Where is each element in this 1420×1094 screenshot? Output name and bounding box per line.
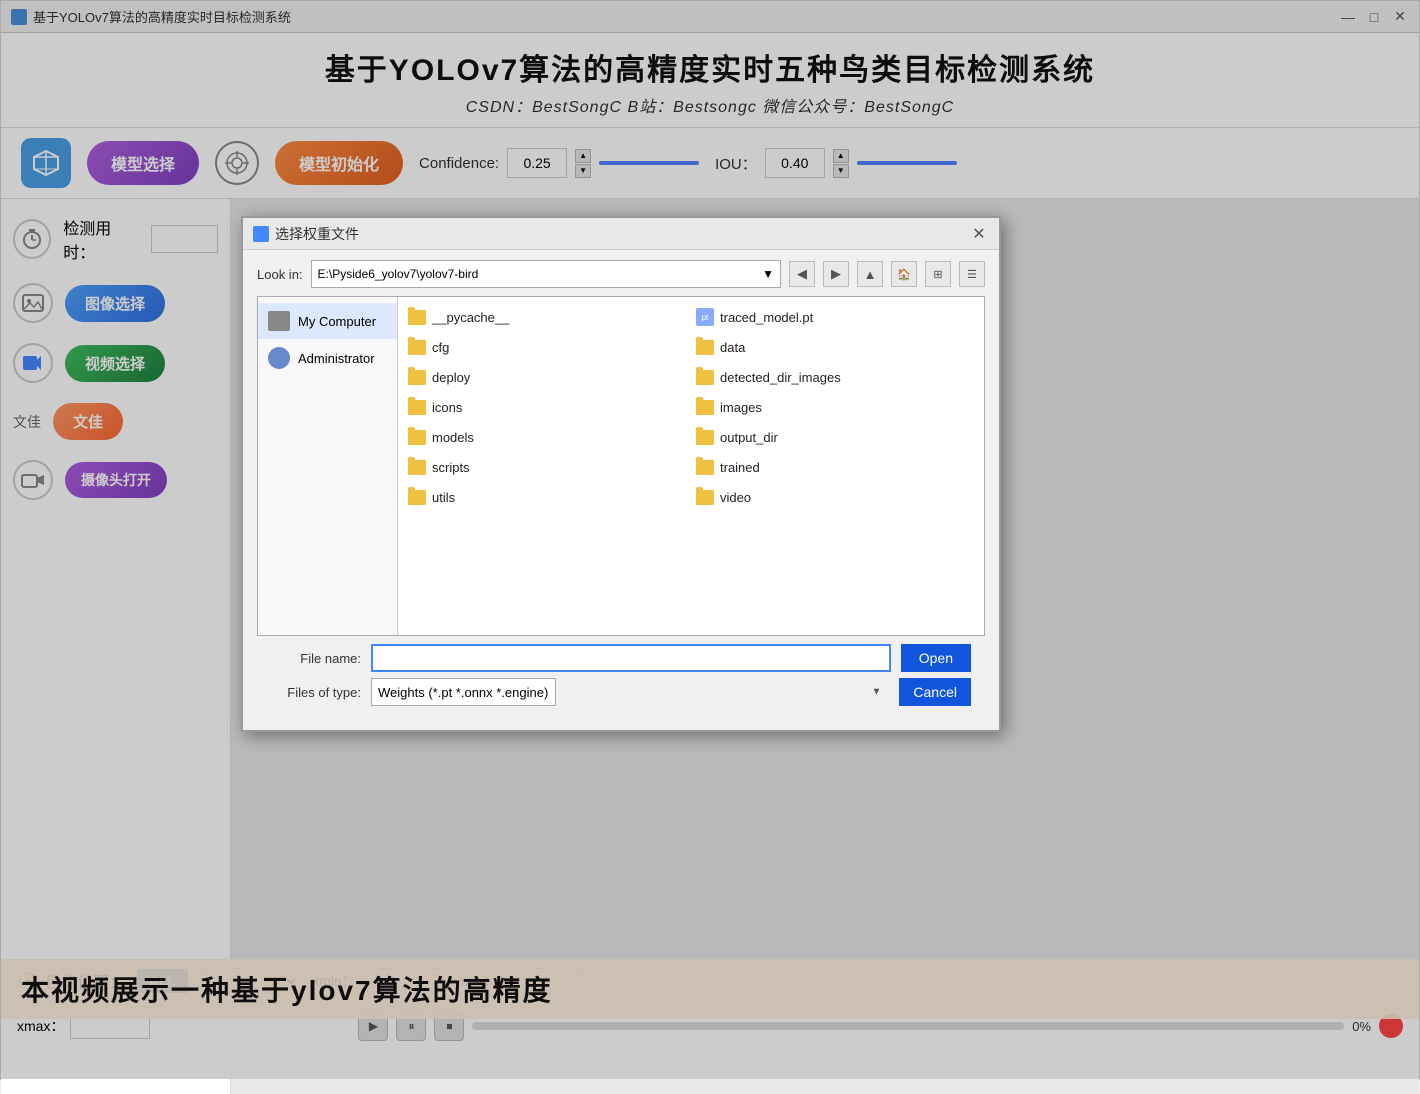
dialog-body: Look in: E:\Pyside6_yolov7\yolov7-bird ▼… — [243, 250, 999, 730]
file-type-wrapper: Weights (*.pt *.onnx *.engine) — [371, 678, 889, 706]
main-window: 基于YOLOv7算法的高精度实时目标检测系统 — □ ✕ 基于YOLOv7算法的… — [0, 0, 1420, 1080]
computer-icon — [268, 311, 290, 331]
file-list-item[interactable]: utils — [404, 483, 690, 511]
folder-icon — [696, 340, 714, 355]
file-list-item[interactable]: icons — [404, 393, 690, 421]
folder-icon — [408, 400, 426, 415]
file-name: models — [432, 430, 474, 445]
file-name-label: File name: — [271, 651, 361, 666]
look-in-dropdown[interactable]: E:\Pyside6_yolov7\yolov7-bird ▼ — [311, 260, 781, 288]
nav-up-button[interactable]: ▲ — [857, 261, 883, 287]
nav-forward-button[interactable]: ▶ — [823, 261, 849, 287]
administrator-label: Administrator — [298, 351, 375, 366]
file-name: video — [720, 490, 751, 505]
file-name: __pycache__ — [432, 310, 509, 325]
folder-icon — [696, 430, 714, 445]
file-name: output_dir — [720, 430, 778, 445]
file-name-row: File name: Open — [271, 644, 971, 672]
dialog-footer: File name: Open Files of type: Weights (… — [257, 636, 985, 720]
file-name-input[interactable] — [371, 644, 891, 672]
dropdown-arrow-icon: ▼ — [762, 267, 774, 281]
dialog-icon — [253, 226, 269, 242]
file-list-item[interactable]: cfg — [404, 333, 690, 361]
look-in-path: E:\Pyside6_yolov7\yolov7-bird — [318, 267, 479, 281]
file-name: cfg — [432, 340, 449, 355]
file-list-item[interactable]: images — [692, 393, 978, 421]
open-button[interactable]: Open — [901, 644, 971, 672]
file-list-item[interactable]: __pycache__ — [404, 303, 690, 331]
folder-icon — [696, 490, 714, 505]
file-name: detected_dir_images — [720, 370, 841, 385]
folder-icon — [408, 340, 426, 355]
folder-icon — [408, 370, 426, 385]
dialog-title-bar: 选择权重文件 ✕ — [243, 218, 999, 250]
look-in-row: Look in: E:\Pyside6_yolov7\yolov7-bird ▼… — [257, 260, 985, 288]
file-list-item[interactable]: trained — [692, 453, 978, 481]
file-dialog: 选择权重文件 ✕ Look in: E:\Pyside6_yolov7\yolo… — [241, 216, 1001, 732]
folder-icon — [696, 370, 714, 385]
file-type-row: Files of type: Weights (*.pt *.onnx *.en… — [271, 678, 971, 706]
folder-icon — [408, 310, 426, 325]
folder-icon — [408, 490, 426, 505]
file-list-item[interactable]: video — [692, 483, 978, 511]
dialog-close-button[interactable]: ✕ — [969, 224, 989, 244]
file-name: trained — [720, 460, 760, 475]
file-list-item[interactable]: output_dir — [692, 423, 978, 451]
file-name: icons — [432, 400, 462, 415]
dialog-sidebar-panel: My Computer Administrator — [258, 297, 398, 635]
sidebar-item-my-computer[interactable]: My Computer — [258, 303, 397, 339]
file-list-item[interactable]: detected_dir_images — [692, 363, 978, 391]
nav-back-button[interactable]: ◀ — [789, 261, 815, 287]
file-list-item[interactable]: scripts — [404, 453, 690, 481]
file-name: utils — [432, 490, 455, 505]
look-in-label: Look in: — [257, 267, 303, 282]
file-name: scripts — [432, 460, 470, 475]
file-type-select[interactable]: Weights (*.pt *.onnx *.engine) — [371, 678, 556, 706]
file-list-area: __pycache__ pt traced_model.ptcfg data deplo… — [398, 297, 984, 635]
folder-icon — [408, 430, 426, 445]
pt-file-icon: pt — [696, 308, 714, 326]
admin-icon — [268, 347, 290, 369]
file-list-item[interactable]: pt traced_model.pt — [692, 303, 978, 331]
nav-home-button[interactable]: 🏠 — [891, 261, 917, 287]
view-list-button[interactable]: ⊞ — [925, 261, 951, 287]
folder-icon — [696, 400, 714, 415]
file-name: images — [720, 400, 762, 415]
file-name: deploy — [432, 370, 470, 385]
my-computer-label: My Computer — [298, 314, 376, 329]
file-name: data — [720, 340, 745, 355]
dialog-content: My Computer Administrator __pycache__ptt… — [257, 296, 985, 636]
file-name: traced_model.pt — [720, 310, 813, 325]
view-detail-button[interactable]: ☰ — [959, 261, 985, 287]
dialog-title-label: 选择权重文件 — [275, 224, 359, 244]
file-list-item[interactable]: deploy — [404, 363, 690, 391]
sidebar-item-administrator[interactable]: Administrator — [258, 339, 397, 377]
dialog-title-text: 选择权重文件 — [253, 224, 359, 244]
files-of-type-label: Files of type: — [271, 685, 361, 700]
folder-icon — [696, 460, 714, 475]
folder-icon — [408, 460, 426, 475]
cancel-button[interactable]: Cancel — [899, 678, 971, 706]
file-list-item[interactable]: models — [404, 423, 690, 451]
file-list-item[interactable]: data — [692, 333, 978, 361]
